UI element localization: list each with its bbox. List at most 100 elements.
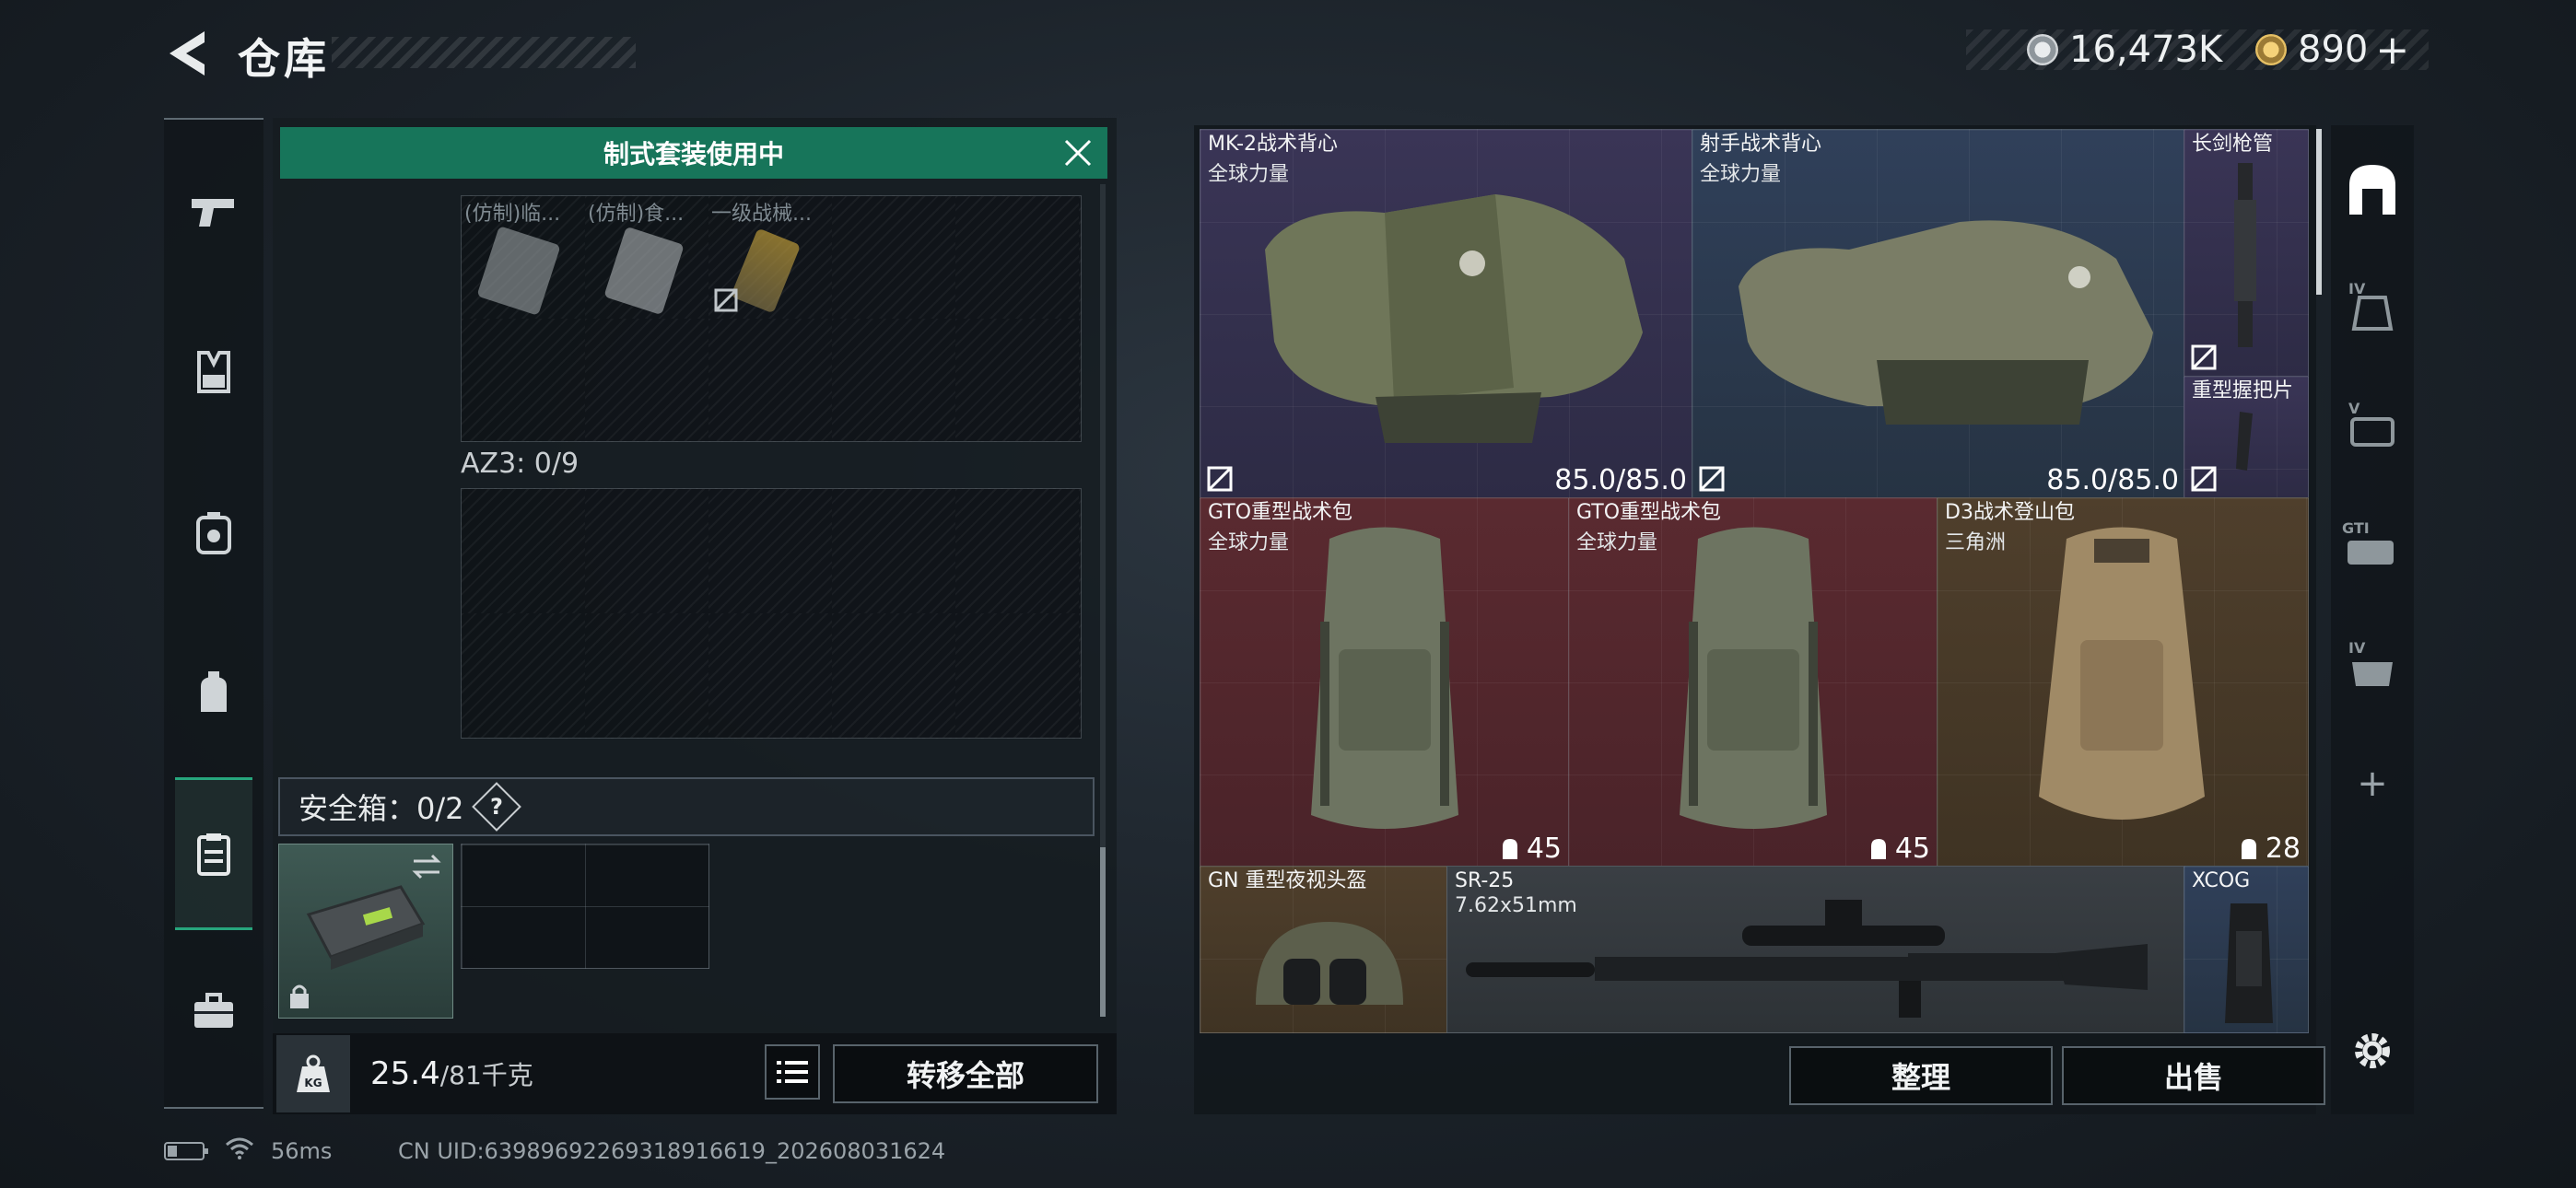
filter-armor[interactable]: IV (2331, 254, 2414, 355)
vest-image (1265, 194, 1643, 443)
grip-image (2236, 412, 2253, 471)
item-label: 一级战械... (711, 203, 812, 226)
back-arrow-icon (170, 31, 205, 76)
stash-item-vest-mk2[interactable]: MK-2战术背心 全球力量 85.0/85.0 (1200, 129, 1693, 499)
battery-icon (164, 1142, 208, 1160)
helmet-filter-icon (2349, 165, 2395, 215)
stash-scrollbar[interactable] (2316, 129, 2322, 295)
not-insured-icon (1207, 466, 1233, 492)
scrollbar-track[interactable] (1100, 184, 1106, 1017)
svg-text:KG: KG (304, 1077, 322, 1089)
stash-item-barrel[interactable]: 长剑枪管 (2184, 129, 2309, 378)
settings-button[interactable] (2331, 1000, 2414, 1101)
preset-banner: 制式套装使用中 (280, 127, 1107, 179)
filter-ammo[interactable]: V (2331, 374, 2414, 475)
safebox-label: 安全箱：0/2 (299, 791, 464, 826)
rail-item-backpack[interactable] (164, 628, 263, 757)
sell-button[interactable]: 出售 (2062, 1046, 2325, 1105)
capacity-value: 45 (1894, 833, 1930, 865)
stash-item-scope[interactable]: XCOG (2184, 866, 2309, 1033)
stash-item-helmet[interactable]: GN 重型夜视头盔 (1200, 866, 1448, 1033)
scrollbar-thumb[interactable] (1100, 847, 1106, 1017)
ration-item-image (476, 226, 561, 316)
stash-item-rifle[interactable]: SR-25 7.62x51mm (1446, 866, 2185, 1033)
item-capacity: 45 (1868, 833, 1930, 865)
sort-button[interactable]: 整理 (1789, 1046, 2053, 1105)
helmet-image (1256, 922, 1403, 1005)
rail-item-case[interactable] (164, 947, 263, 1076)
scope-image (2225, 903, 2273, 1023)
transfer-all-button[interactable]: 转移全部 (833, 1044, 1098, 1103)
backpack-icon (201, 671, 227, 712)
clipboard-icon (197, 833, 230, 876)
filter-all[interactable] (2331, 125, 2414, 254)
stash-item-backpack-gto[interactable]: GTO重型战术包 全球力量 45 (1200, 497, 1570, 868)
backpack-capacity-icon (1870, 838, 1886, 859)
help-glyph: ? (489, 793, 503, 820)
svg-text:IV: IV (2348, 639, 2366, 657)
rail-item-loadout[interactable] (175, 777, 252, 930)
grid-slot-item[interactable]: (仿制)临... (464, 197, 584, 317)
rail-item-weapon[interactable] (164, 147, 263, 276)
rifle-image (1466, 900, 2148, 1018)
add-gold-button[interactable]: + (2375, 27, 2409, 74)
silver-amount: 16,473K (2069, 29, 2223, 71)
swap-icon[interactable] (410, 854, 443, 879)
pistol-icon (192, 199, 234, 227)
close-banner-button[interactable] (1058, 131, 1098, 175)
rail-item-vest[interactable] (164, 308, 263, 437)
help-icon[interactable]: ? (471, 782, 521, 832)
food-item-image (603, 226, 685, 316)
stash-item-vest-marksman[interactable]: 射手战术背心 全球力量 85.0/85.0 (1692, 129, 2185, 499)
not-insured-icon (714, 288, 738, 312)
gear-icon (2355, 1033, 2390, 1068)
safebox-case-image (306, 885, 426, 970)
close-icon (1064, 139, 1092, 167)
vest-icon (197, 351, 230, 393)
item-name: GN 重型夜视头盔 (1208, 869, 1367, 892)
filter-backpack[interactable]: GTI (2331, 494, 2414, 595)
not-insured-icon (2191, 344, 2217, 370)
az3-capacity: AZ3: 0/9 (461, 448, 580, 480)
backpack-image (2039, 527, 2205, 820)
stash-item-backpack-d3[interactable]: D3战术登山包 三角洲 28 (1937, 497, 2309, 868)
vest-image (1739, 220, 2153, 425)
capacity-value: 45 (1526, 833, 1562, 865)
page-title: 仓库 (238, 34, 330, 84)
backpack-image (1311, 527, 1458, 829)
list-view-button[interactable] (765, 1044, 820, 1100)
filter-parts[interactable]: IV (2331, 613, 2414, 715)
add-filter-button[interactable]: + (2331, 733, 2414, 834)
ping-readout: 56ms (271, 1138, 333, 1164)
item-label: (仿制)临... (464, 203, 561, 226)
not-insured-icon (2191, 466, 2217, 492)
rail-item-gear[interactable] (164, 468, 263, 597)
back-button[interactable] (164, 28, 210, 79)
not-insured-icon (1699, 466, 1725, 492)
list-icon (777, 1061, 808, 1083)
item-brand: 全球力量 (1700, 163, 1782, 186)
weight-current: 25.4 (370, 1055, 440, 1092)
item-durability: 85.0/85.0 (2046, 464, 2179, 496)
weight-icon-box: KG (276, 1035, 350, 1112)
grid-slot-item[interactable]: 一级战械... (711, 197, 831, 317)
backpack-gear-icon (196, 512, 231, 554)
item-durability: 85.0/85.0 (1554, 464, 1687, 496)
item-name: XCOG (2192, 869, 2251, 892)
grid-slot-item[interactable]: (仿制)食... (588, 197, 708, 317)
item-name: 长剑枪管 (2192, 133, 2274, 156)
gold-coin-icon (2255, 34, 2287, 65)
barrel-image (2234, 163, 2256, 347)
stash-item-backpack-gto[interactable]: GTO重型战术包 全球力量 45 (1568, 497, 1938, 868)
armor-filter-icon: IV (2348, 280, 2394, 331)
backpack-filter-icon: GTI (2342, 519, 2394, 565)
stash-item-grip[interactable]: 重型握把片 (2184, 376, 2309, 499)
item-brand: 全球力量 (1208, 531, 1290, 554)
safebox-slot[interactable] (278, 844, 453, 1019)
item-brand: 三角洲 (1945, 531, 2007, 554)
svg-text:IV: IV (2348, 280, 2366, 297)
az3-grid (461, 488, 1082, 739)
briefcase-icon (194, 993, 233, 1028)
backpack-image (1680, 527, 1827, 829)
ammo-filter-icon: V (2348, 400, 2395, 447)
